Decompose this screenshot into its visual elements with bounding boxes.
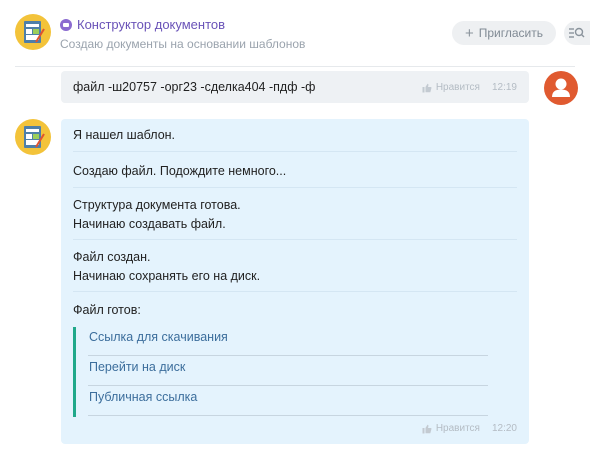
message-line: Файл готов: [73, 303, 141, 317]
file-links-block: Ссылка для скачивания Перейти на диск Пу… [73, 327, 488, 417]
message-line: Файл создан. [73, 250, 151, 264]
message-line: Создаю файл. Подождите немного... [73, 164, 287, 178]
title-row: Конструктор документов [60, 17, 225, 32]
user-silhouette-icon [552, 78, 570, 97]
message-separator [73, 151, 517, 152]
message-line: Начинаю сохранять его на диск. [73, 269, 261, 283]
like-button[interactable]: Нравится [436, 423, 480, 434]
message-meta: Нравится 12:19 [422, 82, 517, 93]
bot-icon [60, 18, 72, 31]
message-separator [73, 239, 517, 240]
invite-button-label: Пригласить [478, 26, 543, 40]
chat-header: Конструктор документов Создаю документы … [0, 0, 591, 62]
message-line: Начинаю создавать файл. [73, 217, 226, 231]
message-separator [73, 291, 517, 292]
thumbs-up-icon[interactable] [422, 424, 432, 434]
header-divider [15, 66, 575, 67]
user-avatar[interactable] [544, 71, 578, 105]
open-disk-link[interactable]: Перейти на диск [89, 360, 185, 374]
message-meta: Нравится 12:20 [422, 423, 517, 434]
incoming-message[interactable]: Я нашел шаблон. Создаю файл. Подождите н… [61, 119, 529, 444]
chat-subtitle: Создаю документы на основании шаблонов [60, 37, 306, 51]
chat-title[interactable]: Конструктор документов [77, 17, 225, 32]
message-time: 12:19 [491, 82, 517, 93]
message-line: Я нашел шаблон. [73, 128, 176, 142]
link-separator [88, 355, 488, 356]
message-separator [73, 187, 517, 188]
thumbs-up-icon[interactable] [422, 83, 432, 93]
like-button[interactable]: Нравится [436, 82, 480, 93]
link-separator [88, 415, 488, 416]
message-line: Структура документа готова. [73, 198, 241, 212]
search-list-icon [569, 27, 585, 38]
search-button[interactable] [564, 21, 590, 45]
message-time: 12:20 [491, 423, 517, 434]
message-text: файл -ш20757 -орг23 -сделка404 -пдф -ф [73, 80, 316, 94]
document-form-icon [24, 126, 45, 148]
bot-avatar[interactable] [15, 14, 51, 50]
public-link[interactable]: Публичная ссылка [89, 390, 197, 404]
bot-avatar[interactable] [15, 119, 51, 155]
outgoing-message[interactable]: файл -ш20757 -орг23 -сделка404 -пдф -ф Н… [61, 71, 529, 103]
plus-icon: + [464, 24, 474, 42]
invite-button[interactable]: + Пригласить [452, 21, 556, 45]
link-separator [88, 385, 488, 386]
download-link[interactable]: Ссылка для скачивания [89, 330, 228, 344]
document-form-icon [24, 21, 45, 43]
